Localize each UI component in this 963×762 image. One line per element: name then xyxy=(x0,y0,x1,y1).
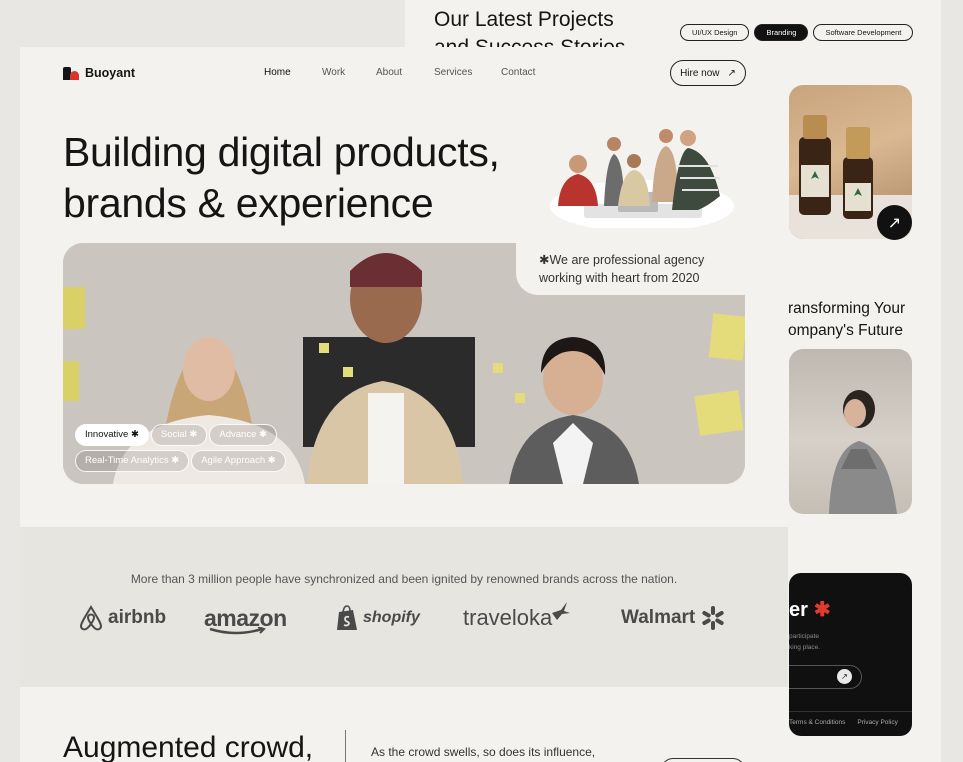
footer-text-2: king place. xyxy=(789,644,821,651)
nav-about[interactable]: About xyxy=(376,67,434,78)
hero-title: Building digital products, brands & expe… xyxy=(63,129,500,226)
tag-advance[interactable]: Advance ✱ xyxy=(209,424,277,446)
team-meeting-photo xyxy=(550,129,734,228)
filter-branding[interactable]: Branding xyxy=(754,24,809,41)
hire-now-label: Hire now xyxy=(680,67,720,79)
brands-caption: More than 3 million people have synchron… xyxy=(130,572,678,586)
arrow-up-right-icon: ↗ xyxy=(727,67,736,79)
project-card-woman[interactable] xyxy=(789,349,912,514)
arrow-up-right-icon: ↗ xyxy=(841,672,848,681)
feature-tags: Innovative ✱ Social ✱ Advance ✱ Real-Tim… xyxy=(75,424,315,476)
open-project-button[interactable]: ↗ xyxy=(877,205,912,240)
agency-text: ✱We are professional agency working with… xyxy=(539,253,705,285)
traveloka-logo: traveloka xyxy=(463,602,571,631)
filter-software-development[interactable]: Software Development xyxy=(813,24,914,41)
tag-social[interactable]: Social ✱ xyxy=(150,424,208,446)
shopify-logo: shopify xyxy=(336,605,420,631)
nav-services[interactable]: Services xyxy=(434,67,501,78)
walmart-spark-icon xyxy=(702,606,724,630)
section-divider xyxy=(345,730,346,762)
shopify-wordmark: shopify xyxy=(363,609,420,626)
privacy-link[interactable]: Privacy Policy xyxy=(857,719,897,726)
brands-section: More than 3 million people have synchron… xyxy=(20,527,788,687)
asterisk-icon: ✱ xyxy=(813,599,831,621)
footer-text-1: participate xyxy=(789,633,819,640)
airbnb-logo: airbnb xyxy=(79,605,166,631)
project-filters: UI/UX Design Branding Software Developme… xyxy=(680,24,914,41)
footer-links: Terms & Conditions Privacy Policy xyxy=(789,719,898,726)
tag-innovative[interactable]: Innovative ✱ xyxy=(75,424,149,446)
hire-now-button[interactable]: Hire now ↗ xyxy=(670,60,746,86)
airbnb-wordmark: airbnb xyxy=(108,607,167,628)
traveloka-wordmark: traveloka xyxy=(463,605,553,630)
tag-agile-approach[interactable]: Agile Approach ✱ xyxy=(191,450,286,472)
section-button[interactable] xyxy=(661,758,745,762)
footer-card: er ✱ participate king place. ↗ Terms & Co… xyxy=(789,573,912,736)
bird-icon xyxy=(552,602,571,620)
main-nav: Home Work About Services Contact xyxy=(264,67,535,78)
woman-photo xyxy=(829,390,897,514)
footer-divider xyxy=(789,711,912,712)
amazon-smile-icon xyxy=(209,627,266,635)
filter-uiux[interactable]: UI/UX Design xyxy=(680,24,750,41)
nav-work[interactable]: Work xyxy=(322,67,376,78)
amazon-logo: amazon xyxy=(204,605,287,635)
shopify-bag-icon xyxy=(337,605,357,630)
nav-home[interactable]: Home xyxy=(264,67,322,78)
walmart-logo: Walmart xyxy=(621,605,726,631)
footer-heading: er ✱ xyxy=(789,599,831,621)
terms-link[interactable]: Terms & Conditions xyxy=(789,719,845,726)
transform-heading: ransforming Your ompany's Future xyxy=(788,300,906,339)
newsletter-send-button[interactable]: ↗ xyxy=(837,669,852,684)
walmart-wordmark: Walmart xyxy=(621,607,696,628)
section-text: As the crowd swells, so does its influen… xyxy=(371,745,596,759)
brand-name: Buoyant xyxy=(85,66,135,80)
logo-icon xyxy=(63,66,79,80)
tag-real-time-analytics[interactable]: Real-Time Analytics ✱ xyxy=(75,450,190,472)
brand-logo[interactable]: Buoyant xyxy=(63,66,135,80)
arrow-up-right-icon: ↗ xyxy=(887,214,902,232)
nav-contact[interactable]: Contact xyxy=(501,67,535,78)
airbnb-icon xyxy=(79,605,103,631)
home-page: Buoyant Home Work About Services Contact… xyxy=(20,47,788,762)
section-title: Augmented crowd, xyxy=(63,731,314,762)
